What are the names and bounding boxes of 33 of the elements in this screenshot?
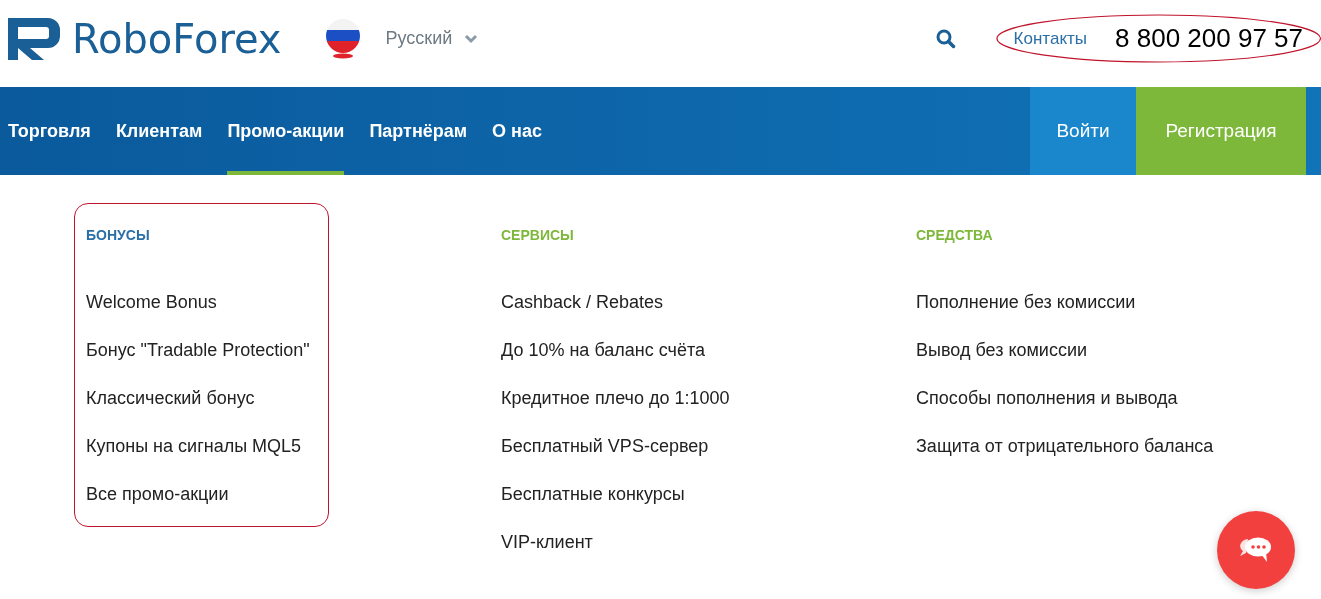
phone-number: 8 800 200 97 57 (1115, 23, 1303, 54)
menu-link[interactable]: Кредитное плечо до 1:1000 (501, 387, 801, 410)
menu-link[interactable]: Способы пополнения и вывода (916, 387, 1216, 410)
menu-link[interactable]: Все промо-акции (86, 483, 386, 506)
logo-text[interactable]: RoboForex (72, 15, 282, 62)
search-icon[interactable] (935, 28, 956, 49)
nav-tab[interactable]: Клиентам (115, 87, 203, 175)
column-heading: СРЕДСТВА (916, 227, 994, 245)
language-dropdown[interactable]: Русский (385, 28, 479, 49)
contacts-link[interactable]: Контакты (1013, 28, 1088, 49)
menu-link[interactable]: Вывод без комиссии (916, 339, 1216, 362)
menu-link[interactable]: Бонус "Tradable Protection" (86, 339, 386, 362)
column-heading: СЕРВИСЫ (501, 227, 575, 245)
menu-link[interactable]: До 10% на баланс счёта (501, 339, 801, 362)
menu-link[interactable]: Бесплатный VPS-сервер (501, 435, 801, 458)
logo-icon (8, 17, 60, 60)
column-heading: БОНУСЫ (86, 227, 151, 245)
menu-link[interactable]: Купоны на сигналы MQL5 (86, 435, 386, 458)
chat-icon (1239, 536, 1273, 564)
menu-link[interactable]: VIP-клиент (501, 531, 801, 554)
menu-link[interactable]: Cashback / Rebates (501, 291, 801, 314)
login-button[interactable]: Войти (1030, 87, 1136, 175)
menu-link[interactable]: Welcome Bonus (86, 291, 386, 314)
menu-link[interactable]: Классический бонус (86, 387, 386, 410)
nav-tab[interactable]: Партнёрам (369, 87, 468, 175)
chat-button[interactable] (1217, 511, 1295, 589)
nav-tab[interactable]: Промо-акции (227, 87, 345, 175)
nav-tab[interactable]: Торговля (8, 87, 91, 175)
nav-tab[interactable]: О нас (492, 87, 542, 175)
menu-link[interactable]: Защита от отрицательного баланса (916, 435, 1216, 458)
menu-link[interactable]: Бесплатные конкурсы (501, 483, 801, 506)
menu-link[interactable]: Пополнение без комиссии (916, 291, 1216, 314)
caret-icon (464, 33, 479, 44)
